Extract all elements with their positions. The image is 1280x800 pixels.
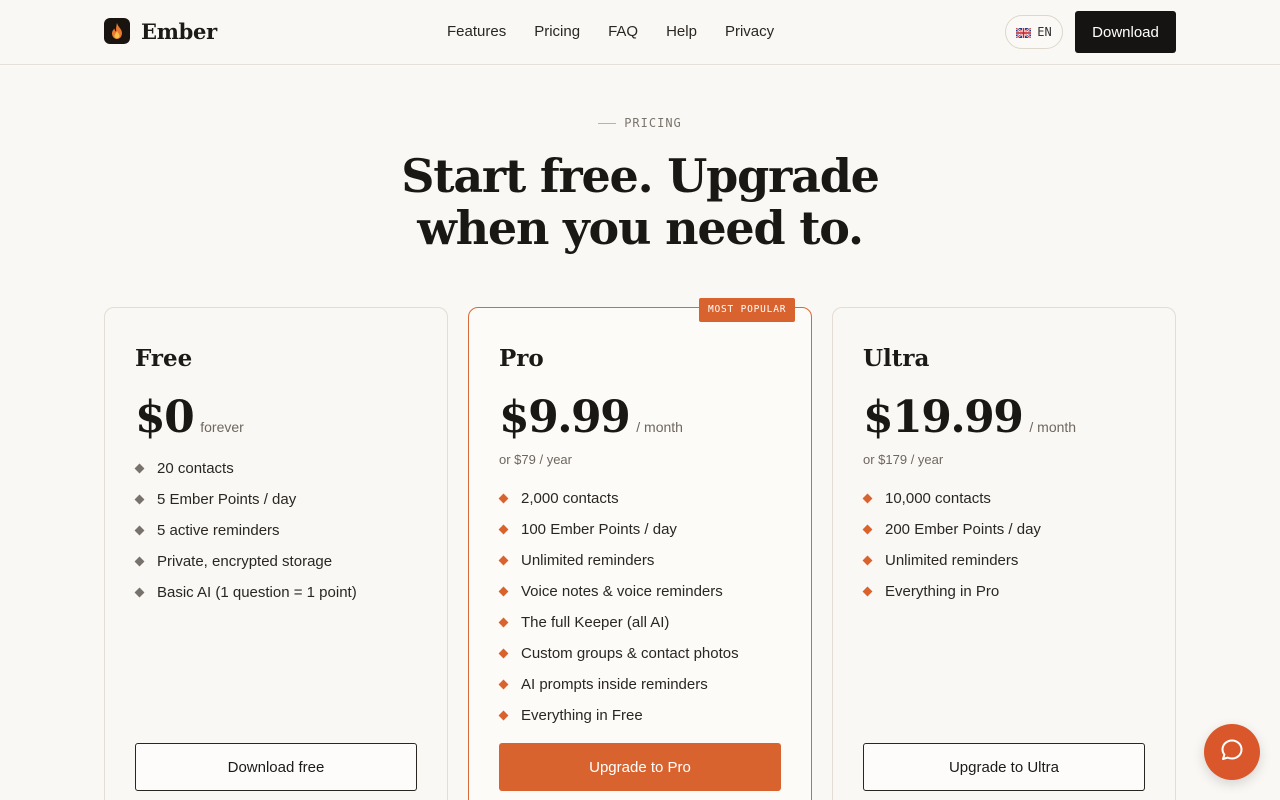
- plan-price: $0: [135, 392, 195, 443]
- diamond-bullet-icon: [498, 493, 509, 504]
- feature-text: 5 Ember Points / day: [157, 491, 297, 508]
- diamond-bullet-icon: [862, 555, 873, 566]
- feature-text: 200 Ember Points / day: [885, 521, 1041, 538]
- feature-item: 20 contacts: [134, 453, 357, 484]
- feature-text: Basic AI (1 question = 1 point): [157, 584, 357, 601]
- title-line-2: when you need to.: [417, 201, 864, 255]
- plan-name: Pro: [499, 345, 544, 372]
- language-code: EN: [1037, 25, 1052, 39]
- diamond-bullet-icon: [134, 587, 145, 598]
- diamond-bullet-icon: [134, 463, 145, 474]
- most-popular-badge: MOST POPULAR: [699, 298, 796, 322]
- feature-text: 100 Ember Points / day: [521, 521, 677, 538]
- plan-name: Free: [135, 345, 193, 372]
- nav-privacy[interactable]: Privacy: [725, 22, 774, 42]
- feature-item: 200 Ember Points / day: [862, 514, 1041, 545]
- page-title: Start free. Upgrade when you need to.: [0, 150, 1280, 254]
- plan-period: / month: [1029, 419, 1077, 435]
- annual-price: or $179 / year: [863, 452, 944, 467]
- chat-bubble-icon: [1219, 737, 1245, 768]
- feature-item: 5 Ember Points / day: [134, 484, 357, 515]
- feature-text: Voice notes & voice reminders: [521, 583, 723, 600]
- plan-price: $9.99: [499, 392, 631, 443]
- feature-text: Custom groups & contact photos: [521, 645, 739, 662]
- section-eyebrow: PRICING: [0, 116, 1280, 130]
- chat-launcher-button[interactable]: [1204, 724, 1260, 780]
- feature-item: Everything in Free: [498, 700, 739, 731]
- feature-item: Custom groups & contact photos: [498, 638, 739, 669]
- header-download-button[interactable]: Download: [1075, 11, 1176, 53]
- price-row: $9.99 / month: [499, 392, 683, 443]
- upgrade-to-pro-button[interactable]: Upgrade to Pro: [499, 743, 781, 791]
- feature-item: Basic AI (1 question = 1 point): [134, 577, 357, 608]
- plan-card-ultra: Ultra $19.99 / month or $179 / year 10,0…: [832, 307, 1176, 800]
- feature-item: 5 active reminders: [134, 515, 357, 546]
- feature-item: Unlimited reminders: [862, 545, 1041, 576]
- feature-text: 20 contacts: [157, 460, 234, 477]
- diamond-bullet-icon: [862, 586, 873, 597]
- feature-item: 10,000 contacts: [862, 483, 1041, 514]
- plan-period: forever: [200, 419, 244, 435]
- feature-item: 100 Ember Points / day: [498, 514, 739, 545]
- diamond-bullet-icon: [134, 525, 145, 536]
- price-row: $0 forever: [135, 392, 244, 443]
- feature-text: AI prompts inside reminders: [521, 676, 708, 693]
- feature-item: 2,000 contacts: [498, 483, 739, 514]
- diamond-bullet-icon: [498, 648, 509, 659]
- diamond-bullet-icon: [862, 524, 873, 535]
- eyebrow-label: PRICING: [624, 116, 682, 130]
- diamond-bullet-icon: [134, 494, 145, 505]
- plan-card-pro: MOST POPULAR Pro $9.99 / month or $79 / …: [468, 298, 812, 800]
- plan-name: Ultra: [863, 345, 930, 372]
- feature-item: Unlimited reminders: [498, 545, 739, 576]
- feature-list: 10,000 contacts 200 Ember Points / day U…: [862, 483, 1041, 607]
- feature-text: Unlimited reminders: [885, 552, 1019, 569]
- diamond-bullet-icon: [498, 710, 509, 721]
- brand-logo[interactable]: Ember: [104, 18, 217, 44]
- diamond-bullet-icon: [498, 617, 509, 628]
- title-line-1: Start free. Upgrade: [401, 149, 880, 203]
- annual-price: or $79 / year: [499, 452, 572, 467]
- brand-name: Ember: [141, 18, 217, 44]
- flame-icon: [104, 18, 130, 44]
- diamond-bullet-icon: [498, 524, 509, 535]
- upgrade-to-ultra-button[interactable]: Upgrade to Ultra: [863, 743, 1145, 791]
- feature-text: Unlimited reminders: [521, 552, 655, 569]
- site-header: Ember Features Pricing FAQ Help Privacy …: [0, 0, 1280, 65]
- feature-text: Everything in Pro: [885, 583, 1000, 600]
- download-free-button[interactable]: Download free: [135, 743, 417, 791]
- feature-text: The full Keeper (all AI): [521, 614, 670, 631]
- nav-features[interactable]: Features: [447, 22, 506, 42]
- price-row: $19.99 / month: [863, 392, 1076, 443]
- diamond-bullet-icon: [498, 555, 509, 566]
- diamond-bullet-icon: [498, 586, 509, 597]
- nav-pricing[interactable]: Pricing: [534, 22, 580, 42]
- nav-faq[interactable]: FAQ: [608, 22, 638, 42]
- feature-text: 2,000 contacts: [521, 490, 619, 507]
- feature-text: Everything in Free: [521, 707, 643, 724]
- feature-item: Private, encrypted storage: [134, 546, 357, 577]
- main-nav: Features Pricing FAQ Help Privacy: [433, 22, 788, 42]
- feature-item: Voice notes & voice reminders: [498, 576, 739, 607]
- feature-item: The full Keeper (all AI): [498, 607, 739, 638]
- feature-list: 20 contacts 5 Ember Points / day 5 activ…: [134, 453, 357, 608]
- feature-text: Private, encrypted storage: [157, 553, 333, 570]
- nav-help[interactable]: Help: [666, 22, 697, 42]
- eyebrow-line: [598, 123, 617, 124]
- feature-item: Everything in Pro: [862, 576, 1041, 607]
- feature-item: AI prompts inside reminders: [498, 669, 739, 700]
- feature-text: 5 active reminders: [157, 522, 280, 539]
- diamond-bullet-icon: [134, 556, 145, 567]
- language-switcher[interactable]: EN: [1005, 15, 1063, 49]
- plan-card-free: Free $0 forever 20 contacts 5 Ember Poin…: [104, 307, 448, 800]
- feature-list: 2,000 contacts 100 Ember Points / day Un…: [498, 483, 739, 731]
- diamond-bullet-icon: [862, 493, 873, 504]
- diamond-bullet-icon: [498, 679, 509, 690]
- plan-period: / month: [636, 419, 683, 435]
- plan-price: $19.99: [863, 392, 1024, 443]
- uk-flag-icon: [1015, 27, 1032, 39]
- feature-text: 10,000 contacts: [885, 490, 991, 507]
